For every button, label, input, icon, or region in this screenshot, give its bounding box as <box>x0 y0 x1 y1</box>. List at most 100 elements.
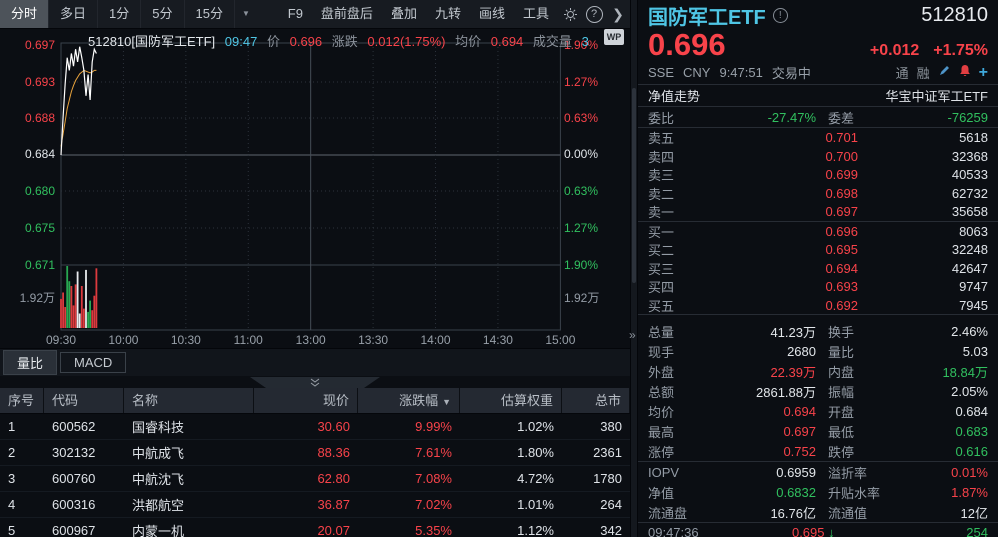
period-tab[interactable]: 15分 <box>185 0 235 28</box>
toolbar-button[interactable]: 叠加 <box>382 0 426 28</box>
cell-chg: 7.61% <box>358 445 460 460</box>
stat-value: 41.23万 <box>706 322 816 341</box>
cell-code: 600760 <box>44 471 124 486</box>
pencil-icon[interactable] <box>938 64 951 80</box>
ask-row[interactable]: 卖三0.69940533 <box>638 165 998 184</box>
period-tab[interactable]: 多日 <box>49 0 98 28</box>
cell-weight: 4.72% <box>460 471 562 486</box>
order-book: 卖五0.7015618卖四0.70032368卖三0.69940533卖二0.6… <box>638 128 998 314</box>
pct-axis-label: 1.90% <box>564 258 628 272</box>
table-header-row: 序号代码名称现价涨跌幅▼估算权重总市 <box>0 388 630 414</box>
help-icon[interactable]: ? <box>582 0 606 28</box>
stat-row: 现手2680量比5.03 <box>638 341 998 361</box>
cell-weight: 1.12% <box>460 523 562 537</box>
period-tab[interactable]: 分时 <box>0 0 49 28</box>
indicator-tab[interactable]: MACD <box>60 352 126 373</box>
period-dropdown-caret-icon[interactable]: ▼ <box>235 0 257 28</box>
y-axis-label: 0.675 <box>0 221 55 235</box>
chart-canvas[interactable] <box>0 28 630 348</box>
time-axis-label: 14:30 <box>474 333 522 347</box>
tick-price: 0.695 ↓ <box>699 525 928 537</box>
cell-code: 302132 <box>44 445 124 460</box>
column-header[interactable]: 名称 <box>124 388 254 413</box>
cell-name: 内蒙一机 <box>124 521 254 537</box>
stat-row: 均价0.694开盘0.684 <box>638 401 998 421</box>
last-price: 0.696 <box>648 28 726 62</box>
avg-value: 0.694 <box>491 34 524 49</box>
stat-label: 净值 <box>648 483 706 502</box>
table-row[interactable]: 2302132中航成飞88.367.61%1.80%2361 <box>0 440 630 466</box>
y-axis-label: 0.697 <box>0 38 55 52</box>
level-price: 0.700 <box>698 149 858 164</box>
table-row[interactable]: 4600316洪都航空36.877.02%1.01%264 <box>0 492 630 518</box>
intraday-chart[interactable]: 512810[国防军工ETF] 09:47 价 0.696 涨跌 0.012(1… <box>0 28 630 348</box>
ask-row[interactable]: 卖一0.69735658 <box>638 202 998 221</box>
stat-label: 振幅 <box>816 382 910 401</box>
info-icon[interactable]: ! <box>773 8 788 23</box>
level-price: 0.697 <box>698 204 858 219</box>
ask-row[interactable]: 卖二0.69862732 <box>638 184 998 203</box>
level-label: 买一 <box>648 222 698 241</box>
cell-idx: 2 <box>0 445 44 460</box>
level-price: 0.695 <box>698 242 858 257</box>
stat-value: 2.05% <box>910 384 988 399</box>
y-axis-label: 0.680 <box>0 184 55 198</box>
level-volume: 32368 <box>858 149 988 164</box>
column-header[interactable]: 现价 <box>254 388 358 413</box>
toolbar-button[interactable]: F9 <box>279 0 312 28</box>
stat-label: 均价 <box>648 402 706 421</box>
plus-icon[interactable]: + <box>979 66 988 79</box>
bid-row[interactable]: 买五0.6927945 <box>638 296 998 315</box>
toolbar-button[interactable]: 画线 <box>470 0 514 28</box>
exchange-label: SSE <box>648 65 674 80</box>
price-change: +0.012+1.75% <box>856 42 988 60</box>
table-row[interactable]: 1600562国睿科技30.609.99%1.02%380 <box>0 414 630 440</box>
toolbar-spacer <box>257 0 279 28</box>
column-header[interactable]: 代码 <box>44 388 124 413</box>
y-axis-label: 0.671 <box>0 258 55 272</box>
cell-cap: 264 <box>562 497 630 512</box>
chart-time: 09:47 <box>225 34 258 49</box>
stat-label: 流通值 <box>816 503 910 522</box>
period-tab[interactable]: 1分 <box>98 0 141 28</box>
stat-label: 总额 <box>648 382 706 401</box>
bid-row[interactable]: 买二0.69532248 <box>638 240 998 259</box>
ask-row[interactable]: 卖四0.70032368 <box>638 147 998 166</box>
wp-widget-badge[interactable]: WP <box>604 29 624 45</box>
bid-row[interactable]: 买四0.6939747 <box>638 277 998 296</box>
time-axis-label: 11:00 <box>224 333 272 347</box>
price-value: 0.696 <box>290 34 323 49</box>
collapse-handle[interactable] <box>250 377 380 388</box>
panel-splitter[interactable]: » <box>630 0 638 537</box>
table-row[interactable]: 3600760中航沈飞62.807.08%4.72%1780 <box>0 466 630 492</box>
stat-value: 16.76亿 <box>706 503 816 522</box>
toolbar-button[interactable]: 盘前盘后 <box>312 0 382 28</box>
quote-head: 国防军工ETF ! 512810 0.696 +0.012+1.75% SSE … <box>638 0 998 82</box>
level-price: 0.701 <box>698 130 858 145</box>
bell-icon[interactable] <box>959 64 971 80</box>
toolbar-button[interactable]: 工具 <box>514 0 558 28</box>
quote-panel: 国防军工ETF ! 512810 0.696 +0.012+1.75% SSE … <box>638 0 998 537</box>
column-header[interactable]: 涨跌幅▼ <box>358 388 460 413</box>
ask-row[interactable]: 卖五0.7015618 <box>638 128 998 147</box>
table-row[interactable]: 5600967内蒙一机20.075.35%1.12%342 <box>0 518 630 537</box>
level-label: 买五 <box>648 296 698 315</box>
sort-desc-icon[interactable]: ▼ <box>442 397 451 407</box>
panel-expand-icon[interactable]: » <box>629 328 636 342</box>
column-header[interactable]: 估算权重 <box>460 388 562 413</box>
nav-trend-row[interactable]: 净值走势 华宝中证军工ETF <box>638 84 998 107</box>
bid-row[interactable]: 买三0.69442647 <box>638 259 998 278</box>
scrollbar-thumb[interactable] <box>632 88 636 283</box>
top-toolbar: 分时多日1分5分15分 ▼ F9盘前盘后叠加九转画线工具 ? ❯ <box>0 0 630 29</box>
chevron-right-icon[interactable]: ❯ <box>606 0 630 28</box>
column-header[interactable]: 总市 <box>562 388 630 413</box>
period-tab[interactable]: 5分 <box>141 0 184 28</box>
settings-gear-icon[interactable] <box>558 0 582 28</box>
stat-value: 12亿 <box>910 503 988 522</box>
bid-row[interactable]: 买一0.6968063 <box>638 222 998 241</box>
column-header[interactable]: 序号 <box>0 388 44 413</box>
chart-symbol: 512810[国防军工ETF] <box>88 34 215 49</box>
toolbar-button[interactable]: 九转 <box>426 0 470 28</box>
cell-code: 600562 <box>44 419 124 434</box>
indicator-tab[interactable]: 量比 <box>3 350 57 375</box>
